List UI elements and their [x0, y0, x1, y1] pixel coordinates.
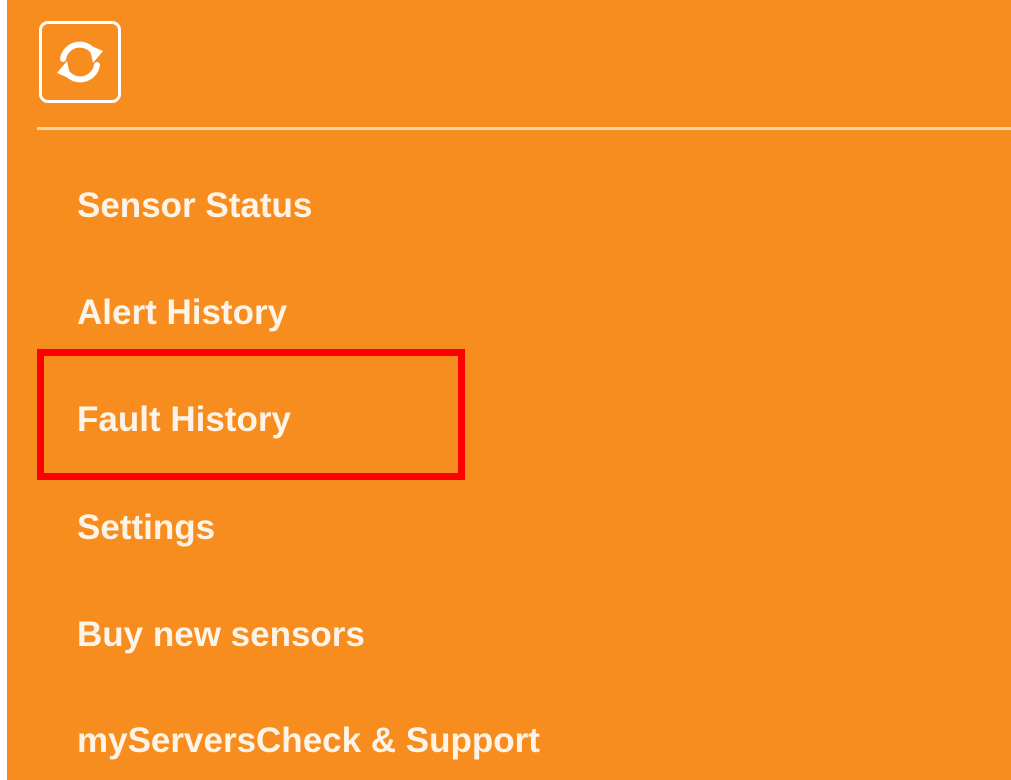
- nav-item-alert-history[interactable]: Alert History: [77, 288, 287, 338]
- sidebar-menu: Sensor Status Alert History Fault Histor…: [7, 0, 1011, 780]
- nav-item-buy-new-sensors[interactable]: Buy new sensors: [77, 610, 365, 660]
- nav-item-sensor-status[interactable]: Sensor Status: [77, 181, 312, 231]
- nav-item-fault-history[interactable]: Fault History: [77, 395, 291, 445]
- nav-list: Sensor Status Alert History Fault Histor…: [7, 0, 1011, 780]
- nav-item-myserverscheck-support[interactable]: myServersCheck & Support: [77, 716, 540, 766]
- nav-item-settings[interactable]: Settings: [77, 503, 215, 553]
